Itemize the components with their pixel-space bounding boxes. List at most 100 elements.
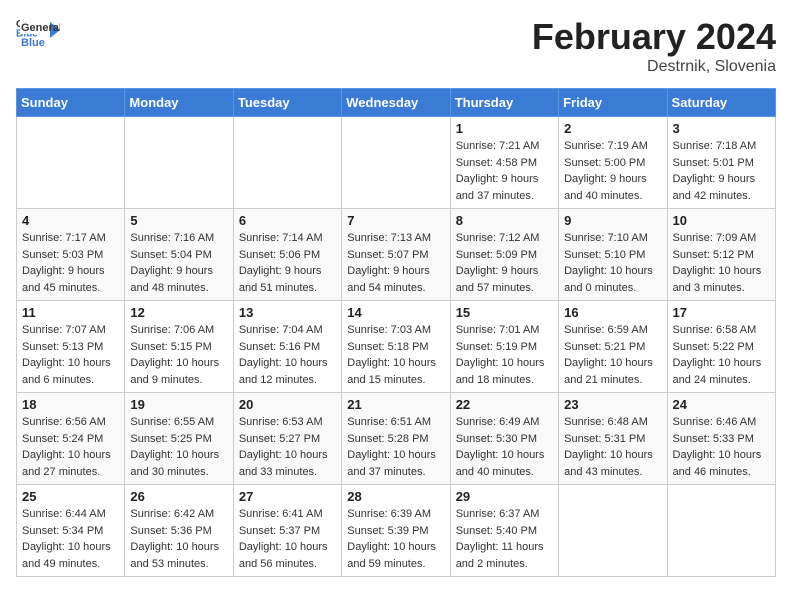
day-info: Sunrise: 7:14 AMSunset: 5:06 PMDaylight:… bbox=[239, 230, 336, 296]
day-info: Sunrise: 6:59 AMSunset: 5:21 PMDaylight:… bbox=[564, 322, 661, 388]
day-number: 8 bbox=[456, 213, 553, 228]
day-number: 25 bbox=[22, 489, 119, 504]
logo-svg: General Blue bbox=[20, 20, 60, 50]
day-info: Sunrise: 7:07 AMSunset: 5:13 PMDaylight:… bbox=[22, 322, 119, 388]
day-info: Sunrise: 6:39 AMSunset: 5:39 PMDaylight:… bbox=[347, 506, 444, 572]
day-number: 28 bbox=[347, 489, 444, 504]
day-info: Sunrise: 6:58 AMSunset: 5:22 PMDaylight:… bbox=[673, 322, 770, 388]
day-info: Sunrise: 7:18 AMSunset: 5:01 PMDaylight:… bbox=[673, 138, 770, 204]
calendar-cell: 14 Sunrise: 7:03 AMSunset: 5:18 PMDayligh… bbox=[342, 301, 450, 393]
calendar-cell: 6 Sunrise: 7:14 AMSunset: 5:06 PMDaylight… bbox=[233, 209, 341, 301]
day-number: 21 bbox=[347, 397, 444, 412]
day-number: 3 bbox=[673, 121, 770, 136]
day-number: 10 bbox=[673, 213, 770, 228]
day-number: 1 bbox=[456, 121, 553, 136]
calendar-week-2: 4 Sunrise: 7:17 AMSunset: 5:03 PMDaylight… bbox=[17, 209, 776, 301]
weekday-header-wednesday: Wednesday bbox=[342, 89, 450, 117]
calendar-cell: 16 Sunrise: 6:59 AMSunset: 5:21 PMDayligh… bbox=[559, 301, 667, 393]
weekday-header-friday: Friday bbox=[559, 89, 667, 117]
calendar-cell: 5 Sunrise: 7:16 AMSunset: 5:04 PMDaylight… bbox=[125, 209, 233, 301]
calendar-cell: 27 Sunrise: 6:41 AMSunset: 5:37 PMDayligh… bbox=[233, 485, 341, 577]
day-info: Sunrise: 6:56 AMSunset: 5:24 PMDaylight:… bbox=[22, 414, 119, 480]
day-info: Sunrise: 7:03 AMSunset: 5:18 PMDaylight:… bbox=[347, 322, 444, 388]
day-info: Sunrise: 7:16 AMSunset: 5:04 PMDaylight:… bbox=[130, 230, 227, 296]
calendar-cell: 2 Sunrise: 7:19 AMSunset: 5:00 PMDaylight… bbox=[559, 117, 667, 209]
day-number: 13 bbox=[239, 305, 336, 320]
calendar-cell: 18 Sunrise: 6:56 AMSunset: 5:24 PMDayligh… bbox=[17, 393, 125, 485]
day-number: 17 bbox=[673, 305, 770, 320]
day-info: Sunrise: 7:12 AMSunset: 5:09 PMDaylight:… bbox=[456, 230, 553, 296]
day-number: 11 bbox=[22, 305, 119, 320]
day-info: Sunrise: 7:17 AMSunset: 5:03 PMDaylight:… bbox=[22, 230, 119, 296]
logo-container: General Blue bbox=[20, 20, 60, 50]
calendar-week-3: 11 Sunrise: 7:07 AMSunset: 5:13 PMDayligh… bbox=[17, 301, 776, 393]
day-number: 14 bbox=[347, 305, 444, 320]
day-number: 23 bbox=[564, 397, 661, 412]
weekday-header-row: SundayMondayTuesdayWednesdayThursdayFrid… bbox=[17, 89, 776, 117]
day-info: Sunrise: 7:06 AMSunset: 5:15 PMDaylight:… bbox=[130, 322, 227, 388]
calendar-cell: 3 Sunrise: 7:18 AMSunset: 5:01 PMDaylight… bbox=[667, 117, 775, 209]
svg-text:General: General bbox=[21, 22, 60, 34]
calendar-cell: 9 Sunrise: 7:10 AMSunset: 5:10 PMDaylight… bbox=[559, 209, 667, 301]
location-title: Destrnik, Slovenia bbox=[532, 58, 776, 76]
day-number: 27 bbox=[239, 489, 336, 504]
calendar-week-4: 18 Sunrise: 6:56 AMSunset: 5:24 PMDayligh… bbox=[17, 393, 776, 485]
day-info: Sunrise: 6:51 AMSunset: 5:28 PMDaylight:… bbox=[347, 414, 444, 480]
day-info: Sunrise: 6:49 AMSunset: 5:30 PMDaylight:… bbox=[456, 414, 553, 480]
day-info: Sunrise: 7:10 AMSunset: 5:10 PMDaylight:… bbox=[564, 230, 661, 296]
day-number: 5 bbox=[130, 213, 227, 228]
calendar-cell: 4 Sunrise: 7:17 AMSunset: 5:03 PMDaylight… bbox=[17, 209, 125, 301]
calendar-cell bbox=[125, 117, 233, 209]
day-number: 26 bbox=[130, 489, 227, 504]
day-info: Sunrise: 6:41 AMSunset: 5:37 PMDaylight:… bbox=[239, 506, 336, 572]
calendar-cell: 11 Sunrise: 7:07 AMSunset: 5:13 PMDayligh… bbox=[17, 301, 125, 393]
calendar-cell: 26 Sunrise: 6:42 AMSunset: 5:36 PMDayligh… bbox=[125, 485, 233, 577]
calendar-cell: 7Sunrise: 7:13 AMSunset: 5:07 PMDaylight… bbox=[342, 209, 450, 301]
calendar-cell: 22 Sunrise: 6:49 AMSunset: 5:30 PMDayligh… bbox=[450, 393, 558, 485]
day-info: Sunrise: 6:37 AMSunset: 5:40 PMDaylight:… bbox=[456, 506, 553, 572]
calendar-cell: 10 Sunrise: 7:09 AMSunset: 5:12 PMDayligh… bbox=[667, 209, 775, 301]
day-info: Sunrise: 7:09 AMSunset: 5:12 PMDaylight:… bbox=[673, 230, 770, 296]
day-number: 2 bbox=[564, 121, 661, 136]
weekday-header-saturday: Saturday bbox=[667, 89, 775, 117]
day-info: Sunrise: 7:04 AMSunset: 5:16 PMDaylight:… bbox=[239, 322, 336, 388]
calendar-cell: 1 Sunrise: 7:21 AMSunset: 4:58 PMDaylight… bbox=[450, 117, 558, 209]
calendar-cell: 21 Sunrise: 6:51 AMSunset: 5:28 PMDayligh… bbox=[342, 393, 450, 485]
svg-text:Blue: Blue bbox=[21, 37, 45, 49]
day-number: 18 bbox=[22, 397, 119, 412]
calendar-cell bbox=[17, 117, 125, 209]
calendar-cell bbox=[667, 485, 775, 577]
weekday-header-monday: Monday bbox=[125, 89, 233, 117]
calendar-cell: 19 Sunrise: 6:55 AMSunset: 5:25 PMDayligh… bbox=[125, 393, 233, 485]
calendar-week-5: 25Sunrise: 6:44 AMSunset: 5:34 PMDayligh… bbox=[17, 485, 776, 577]
calendar-cell: 13 Sunrise: 7:04 AMSunset: 5:16 PMDayligh… bbox=[233, 301, 341, 393]
day-number: 4 bbox=[22, 213, 119, 228]
calendar-week-1: 1 Sunrise: 7:21 AMSunset: 4:58 PMDaylight… bbox=[17, 117, 776, 209]
day-number: 24 bbox=[673, 397, 770, 412]
weekday-header-tuesday: Tuesday bbox=[233, 89, 341, 117]
day-number: 29 bbox=[456, 489, 553, 504]
calendar-table: SundayMondayTuesdayWednesdayThursdayFrid… bbox=[16, 88, 776, 577]
day-info: Sunrise: 7:01 AMSunset: 5:19 PMDaylight:… bbox=[456, 322, 553, 388]
calendar-cell bbox=[342, 117, 450, 209]
day-info: Sunrise: 7:21 AMSunset: 4:58 PMDaylight:… bbox=[456, 138, 553, 204]
day-number: 12 bbox=[130, 305, 227, 320]
day-number: 16 bbox=[564, 305, 661, 320]
month-title: February 2024 bbox=[532, 16, 776, 58]
day-info: Sunrise: 7:19 AMSunset: 5:00 PMDaylight:… bbox=[564, 138, 661, 204]
title-area: February 2024 Destrnik, Slovenia bbox=[532, 16, 776, 76]
header: General Blue February 2024 Destrnik, Slo… bbox=[16, 16, 776, 76]
day-number: 19 bbox=[130, 397, 227, 412]
calendar-cell: 17 Sunrise: 6:58 AMSunset: 5:22 PMDayligh… bbox=[667, 301, 775, 393]
weekday-header-thursday: Thursday bbox=[450, 89, 558, 117]
day-info: Sunrise: 6:55 AMSunset: 5:25 PMDaylight:… bbox=[130, 414, 227, 480]
day-number: 9 bbox=[564, 213, 661, 228]
calendar-cell bbox=[233, 117, 341, 209]
day-number: 6 bbox=[239, 213, 336, 228]
day-number: 15 bbox=[456, 305, 553, 320]
day-info: Sunrise: 7:13 AMSunset: 5:07 PMDaylight:… bbox=[347, 230, 444, 296]
day-info: Sunrise: 6:42 AMSunset: 5:36 PMDaylight:… bbox=[130, 506, 227, 572]
day-number: 22 bbox=[456, 397, 553, 412]
day-info: Sunrise: 6:46 AMSunset: 5:33 PMDaylight:… bbox=[673, 414, 770, 480]
calendar-cell: 25Sunrise: 6:44 AMSunset: 5:34 PMDayligh… bbox=[17, 485, 125, 577]
